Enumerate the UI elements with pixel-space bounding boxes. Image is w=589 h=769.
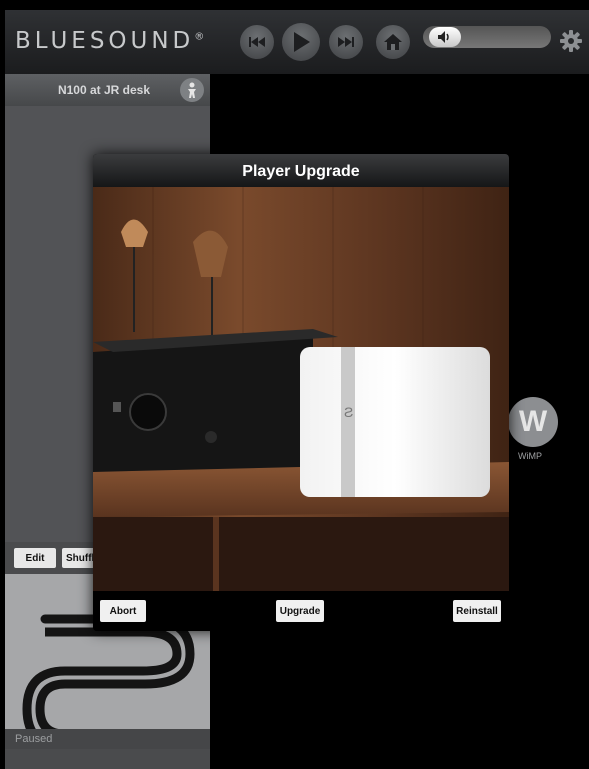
- home-icon: [384, 34, 402, 50]
- home-button[interactable]: [376, 25, 410, 59]
- settings-button[interactable]: [559, 29, 583, 58]
- play-button[interactable]: [282, 23, 320, 61]
- volume-icon: [438, 31, 449, 43]
- player-upgrade-dialog: Player Upgrade Ƨ Abort Upgrade Reinstall: [93, 154, 509, 631]
- playback-status: Paused: [15, 733, 53, 745]
- next-button[interactable]: [329, 25, 363, 59]
- logo-text: BLUESOUND: [15, 28, 195, 54]
- reinstall-button[interactable]: Reinstall: [453, 600, 501, 622]
- dialog-title: Player Upgrade: [93, 154, 509, 187]
- next-icon: [338, 37, 354, 47]
- registered-mark: ®: [194, 31, 205, 43]
- upgrade-button[interactable]: Upgrade: [276, 600, 324, 622]
- person-icon[interactable]: [180, 78, 204, 102]
- wimp-label: WiMP: [518, 451, 542, 461]
- previous-button[interactable]: [240, 25, 274, 59]
- volume-slider[interactable]: [423, 26, 551, 48]
- svg-text:Ƨ: Ƨ: [344, 404, 353, 420]
- dialog-footer: Abort Upgrade Reinstall: [93, 591, 509, 631]
- status-bar: Paused: [5, 729, 210, 749]
- player-name: N100 at JR desk: [57, 83, 150, 97]
- player-selector[interactable]: N100 at JR desk: [5, 74, 210, 106]
- volume-knob[interactable]: [429, 27, 461, 47]
- bluesound-logo: BLUESOUND®: [15, 28, 204, 54]
- abort-button[interactable]: Abort: [100, 600, 146, 622]
- previous-icon: [249, 37, 265, 47]
- gear-icon: [560, 30, 582, 52]
- top-bar: BLUESOUND®: [5, 10, 589, 74]
- play-icon: [294, 32, 310, 52]
- wimp-service-button[interactable]: W: [508, 397, 558, 447]
- edit-button[interactable]: Edit: [14, 548, 56, 568]
- product-photo: Ƨ: [93, 187, 509, 591]
